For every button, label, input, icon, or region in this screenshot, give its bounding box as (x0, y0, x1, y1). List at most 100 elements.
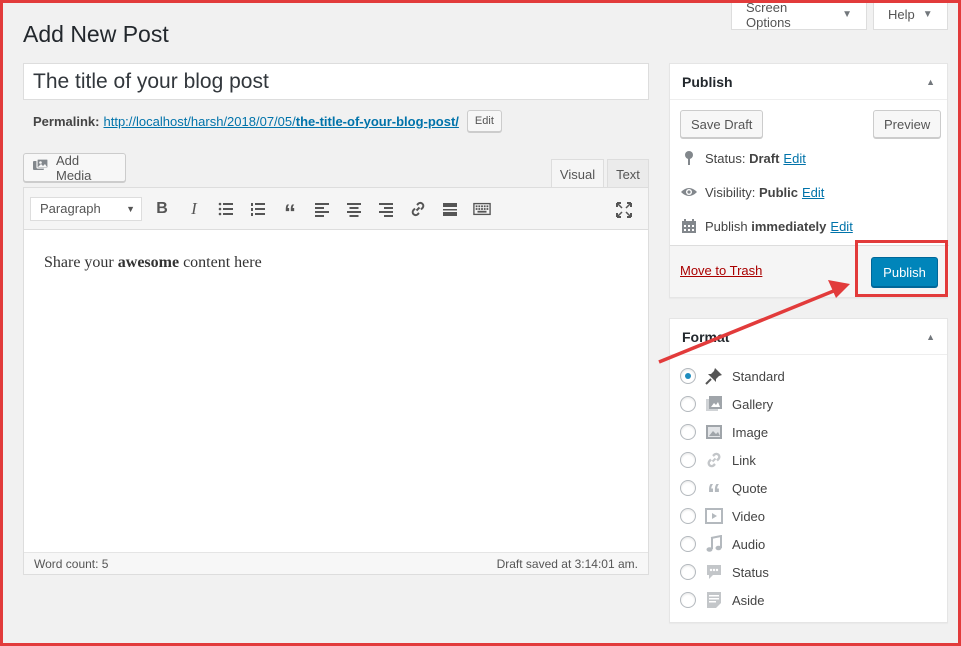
gallery-icon (704, 394, 724, 414)
format-box-title: Format (682, 328, 730, 345)
format-option-aside[interactable]: Aside (680, 590, 765, 610)
chevron-down-icon: ▼ (126, 203, 135, 214)
format-select[interactable]: Paragraph ▼ (30, 196, 142, 221)
format-option-video[interactable]: Video (680, 506, 765, 526)
word-count: Word count: 5 (34, 556, 109, 571)
collapse-arrow-icon[interactable]: ▲ (926, 332, 935, 342)
pushpin-icon (704, 366, 724, 386)
numbered-list-button[interactable] (242, 195, 274, 223)
tab-text[interactable]: Text (607, 159, 649, 188)
radio-button[interactable] (680, 396, 696, 412)
permalink-row: Permalink: http://localhost/harsh/2018/0… (33, 110, 502, 132)
permalink-label: Permalink: (33, 113, 100, 129)
format-option-label: Image (732, 424, 769, 440)
align-right-icon (379, 202, 393, 217)
radio-button[interactable] (680, 592, 696, 608)
collapse-arrow-icon[interactable]: ▲ (926, 77, 935, 87)
help-label: Help (888, 7, 915, 22)
aside-document-icon (704, 590, 724, 610)
permalink-edit-button[interactable]: Edit (466, 110, 502, 132)
radio-button[interactable] (680, 452, 696, 468)
format-option-image[interactable]: Image (680, 422, 768, 442)
format-option-label: Audio (732, 536, 766, 552)
save-draft-button[interactable]: Save Draft (680, 110, 764, 138)
format-option-label: Gallery (732, 396, 774, 412)
align-center-button[interactable] (338, 195, 370, 223)
page-title: Add New Post (23, 21, 169, 47)
move-to-trash-link[interactable]: Move to Trash (680, 263, 762, 278)
align-right-button[interactable] (370, 195, 402, 223)
content-text-bold: awesome (117, 254, 180, 271)
format-box-header[interactable]: Format ▲ (670, 319, 947, 355)
content-text-after: content here (179, 254, 262, 271)
radio-button[interactable] (680, 508, 696, 524)
publish-box-title: Publish (682, 73, 733, 90)
editor-toolbar: Paragraph ▼ B I “ (24, 188, 648, 230)
distraction-free-button[interactable] (608, 196, 640, 224)
insert-link-button[interactable] (402, 195, 434, 223)
format-option-quote[interactable]: “ Quote (680, 478, 767, 509)
bold-button[interactable]: B (146, 195, 178, 223)
publish-button[interactable]: Publish (871, 257, 938, 287)
visibility-value: Public (758, 184, 798, 200)
publish-box-header[interactable]: Publish ▲ (670, 64, 947, 100)
visibility-edit-link[interactable]: Edit (802, 185, 824, 200)
read-more-icon (443, 202, 457, 216)
draft-saved-status: Draft saved at 3:14:01 am. (496, 556, 638, 571)
format-option-gallery[interactable]: Gallery (680, 394, 773, 414)
eye-icon (680, 183, 698, 201)
read-more-button[interactable] (434, 195, 466, 223)
screen-options-button[interactable]: Screen Options ▼ (731, 0, 867, 30)
preview-button[interactable]: Preview (873, 110, 942, 138)
format-option-status[interactable]: Status (680, 562, 769, 582)
toolbar-toggle-button[interactable] (466, 195, 498, 223)
blockquote-button[interactable]: “ (274, 195, 306, 227)
format-option-standard[interactable]: Standard (680, 366, 785, 386)
publish-date-edit-link[interactable]: Edit (830, 219, 852, 234)
major-publishing-actions: Move to Trash Publish (670, 245, 949, 297)
post-editor: Paragraph ▼ B I “ Share your awesome con… (23, 187, 649, 575)
status-text: Status: Draft (705, 151, 779, 166)
editor-status-bar: Word count: 5 Draft saved at 3:14:01 am. (24, 552, 648, 574)
align-left-button[interactable] (306, 195, 338, 223)
publish-box: Publish ▲ Save Draft Preview Status: Dra… (669, 63, 949, 298)
calendar-icon (680, 217, 698, 235)
radio-button[interactable] (680, 536, 696, 552)
format-select-value: Paragraph (40, 201, 101, 216)
radio-button[interactable] (680, 368, 696, 384)
add-media-label: Add Media (56, 152, 92, 183)
media-icon (32, 158, 50, 177)
link-icon (411, 201, 425, 216)
align-left-icon (315, 202, 329, 217)
permalink-link[interactable]: http://localhost/harsh/2018/07/05/the-ti… (103, 114, 458, 129)
publish-value: immediately (751, 218, 827, 234)
quote-icon: “ (707, 478, 721, 509)
radio-button[interactable] (680, 564, 696, 580)
add-media-button[interactable]: Add Media (23, 152, 126, 183)
help-button[interactable]: Help ▼ (873, 0, 948, 30)
post-title-value: The title of your blog post (33, 69, 269, 93)
italic-icon: I (191, 198, 197, 218)
format-option-link[interactable]: Link (680, 450, 756, 470)
tab-visual[interactable]: Visual (551, 159, 604, 188)
editor-content[interactable]: Share your awesome content here (24, 230, 648, 552)
radio-button[interactable] (680, 424, 696, 440)
music-note-icon (704, 534, 724, 554)
status-edit-link[interactable]: Edit (783, 151, 805, 166)
radio-button[interactable] (680, 480, 696, 496)
italic-button[interactable]: I (178, 195, 210, 223)
visibility-text: Visibility: Public (705, 185, 798, 200)
publish-label: Publish (705, 218, 752, 234)
post-status-row: Status: Draft Edit (680, 149, 806, 167)
bulleted-list-button[interactable] (210, 195, 242, 223)
quote-icon: “ (284, 199, 296, 227)
image-icon (704, 422, 724, 442)
permalink-slug: the-title-of-your-blog-post/ (295, 113, 459, 129)
format-option-audio[interactable]: Audio (680, 534, 765, 554)
format-option-label: Standard (732, 368, 785, 384)
keyboard-icon (473, 202, 491, 215)
status-value: Draft (749, 150, 780, 166)
post-title-input[interactable]: The title of your blog post (23, 63, 649, 100)
link-icon (704, 450, 724, 470)
format-option-label: Status (732, 564, 769, 580)
